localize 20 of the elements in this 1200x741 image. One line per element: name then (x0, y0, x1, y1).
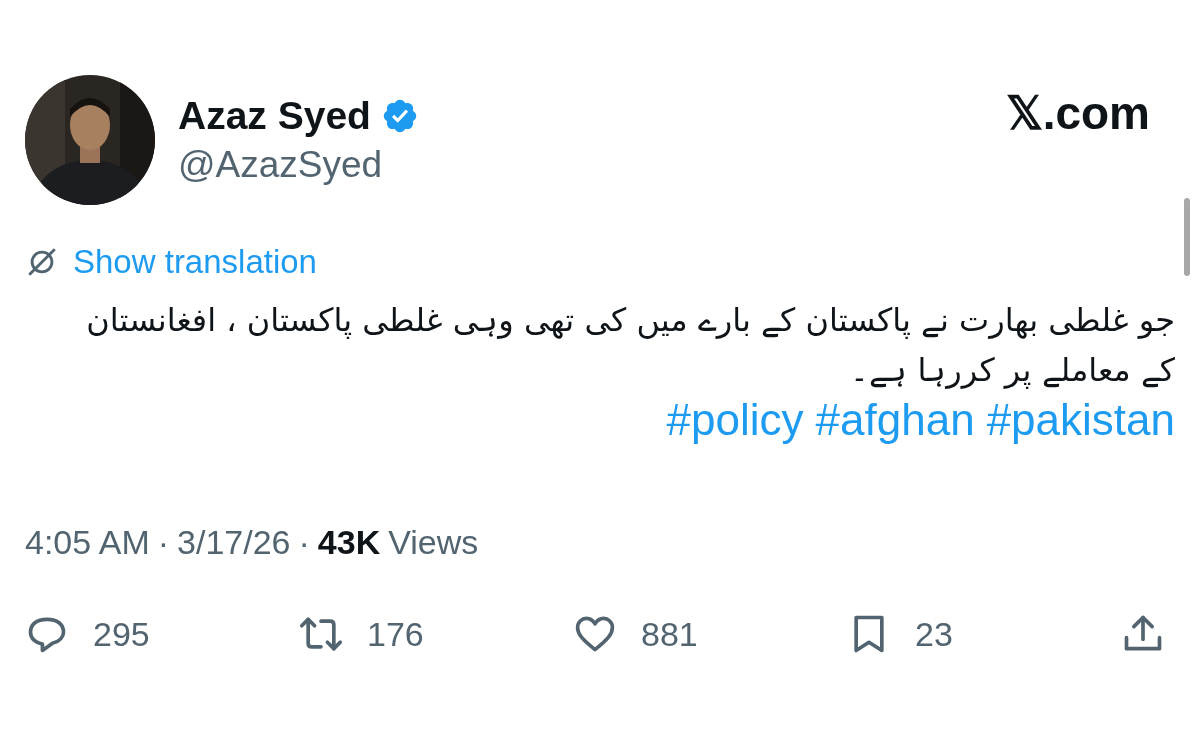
post-date: 3/17/26 (177, 523, 291, 562)
show-translation-link[interactable]: Show translation (73, 243, 317, 281)
hashtag-link[interactable]: #policy (666, 395, 804, 445)
site-label: 𝕏.com (1005, 85, 1150, 140)
scrollbar-thumb[interactable] (1184, 198, 1190, 276)
separator-dot: · (157, 523, 170, 562)
action-count: 23 (915, 614, 953, 654)
action-count: 881 (641, 614, 698, 654)
globe-slash-icon (25, 245, 59, 279)
views-count: 43K (317, 523, 381, 562)
author-handle[interactable]: @AzazSyed (178, 144, 1006, 186)
action-count: 176 (367, 614, 424, 654)
views-label: Views (388, 523, 479, 562)
post-text: جو غلطی بھارت نے پاکستان کے بارے میں کی تھی وہی غلطی پاکستان ، افغانستان کے معاملے پر کررہا ہے۔ (85, 300, 1175, 391)
post-time: 4:05 AM (25, 523, 150, 562)
author-name[interactable]: Azaz Syed (178, 94, 371, 138)
action-count: 295 (93, 614, 150, 654)
separator-dot: · (298, 523, 310, 562)
hashtag-link[interactable]: #afghan (815, 395, 975, 445)
hashtag-link[interactable]: #pakistan (986, 395, 1175, 445)
